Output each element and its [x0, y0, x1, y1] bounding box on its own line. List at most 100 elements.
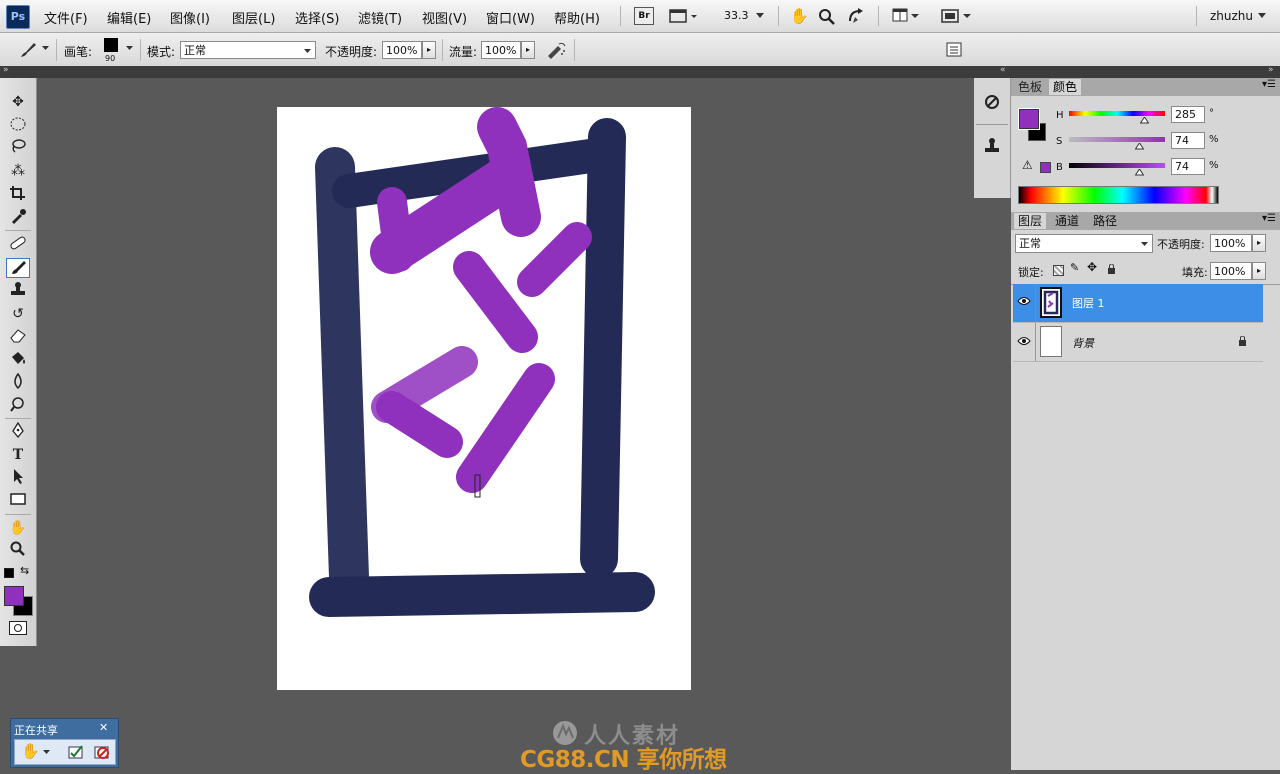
menu-help[interactable]: 帮助(H): [554, 8, 600, 27]
panel-menu-icon[interactable]: ▾☰: [1262, 79, 1276, 90]
saturation-slider-thumb[interactable]: [1135, 143, 1144, 150]
menu-filter[interactable]: 滤镜(T): [358, 8, 402, 27]
layer-opacity-slider-button[interactable]: ▸: [1252, 234, 1266, 252]
clone-source-icon-button[interactable]: [982, 136, 1002, 156]
flow-input[interactable]: 100%: [481, 41, 521, 59]
collapse-arrows-icon[interactable]: »: [1268, 65, 1274, 75]
rotate-view-button[interactable]: [846, 7, 866, 25]
blend-mode-select[interactable]: 正常: [1015, 234, 1153, 253]
fill-input[interactable]: 100%: [1210, 262, 1252, 280]
airbrush-toggle[interactable]: [545, 41, 567, 59]
type-tool[interactable]: T: [6, 445, 30, 465]
lock-pixels-button[interactable]: ✎: [1070, 261, 1079, 274]
menu-view[interactable]: 视图(V): [422, 8, 467, 27]
document-canvas[interactable]: [277, 107, 691, 690]
layer-name[interactable]: 背景: [1072, 335, 1094, 351]
menu-edit[interactable]: 编辑(E): [107, 8, 151, 27]
close-icon[interactable]: ✕: [99, 721, 108, 734]
layer-opacity-input[interactable]: 100%: [1210, 234, 1252, 252]
user-name[interactable]: zhuzhu: [1210, 9, 1253, 23]
opacity-input[interactable]: 100%: [382, 41, 422, 59]
brightness-slider-thumb[interactable]: [1135, 169, 1144, 176]
bridge-button[interactable]: Br: [634, 7, 654, 25]
layer-thumbnail[interactable]: [1040, 326, 1062, 357]
hand-tool[interactable]: ✋: [6, 518, 30, 538]
panel-menu-icon[interactable]: ▾☰: [1262, 213, 1276, 224]
menu-image[interactable]: 图像(I): [170, 8, 210, 27]
chevron-down-icon[interactable]: [126, 46, 133, 51]
paint-bucket-tool[interactable]: [6, 350, 30, 370]
layer-thumbnail[interactable]: [1040, 287, 1062, 318]
fill-slider-button[interactable]: ▸: [1252, 262, 1266, 280]
tab-channels[interactable]: 通道: [1051, 213, 1083, 229]
brush-icon[interactable]: [18, 41, 38, 59]
zoom-level[interactable]: 33.3: [724, 9, 749, 22]
tab-layers[interactable]: 图层: [1014, 213, 1047, 229]
zoom-tool[interactable]: [6, 541, 30, 561]
menu-window[interactable]: 窗口(W): [486, 8, 535, 27]
marquee-tool[interactable]: [6, 116, 30, 136]
tab-swatches[interactable]: 色板: [1014, 79, 1046, 95]
color-spectrum-bar[interactable]: [1018, 186, 1219, 204]
hand-icon[interactable]: ✋: [21, 742, 40, 760]
annotate-icon[interactable]: [67, 743, 85, 761]
arrange-documents-button[interactable]: [892, 8, 920, 24]
brush-tool[interactable]: [6, 258, 30, 278]
pen-tool[interactable]: [6, 421, 30, 442]
lock-all-button[interactable]: [1107, 264, 1116, 275]
clone-stamp-tool[interactable]: [6, 281, 30, 301]
eyedropper-tool[interactable]: [6, 208, 30, 228]
layer-name[interactable]: 图层 1: [1072, 295, 1105, 311]
magic-wand-tool[interactable]: ⁂: [6, 161, 30, 181]
swap-colors-icon[interactable]: ⇆: [20, 564, 29, 577]
crop-tool[interactable]: [6, 185, 30, 205]
path-select-tool[interactable]: [6, 468, 30, 488]
stop-sharing-icon[interactable]: [93, 743, 111, 761]
view-extras-button[interactable]: [668, 7, 698, 25]
saturation-input[interactable]: 74: [1171, 132, 1205, 149]
tab-color[interactable]: 颜色: [1049, 79, 1082, 95]
layer-row[interactable]: 图层 1: [1013, 284, 1263, 323]
eraser-tool[interactable]: [6, 327, 30, 347]
chevron-down-icon[interactable]: [43, 750, 50, 755]
healing-tool[interactable]: [6, 235, 30, 255]
collapse-arrows-icon[interactable]: «: [1000, 65, 1006, 75]
menu-layer[interactable]: 图层(L): [232, 8, 275, 27]
move-tool[interactable]: ✥: [6, 92, 30, 112]
brightness-input[interactable]: 74: [1171, 158, 1205, 175]
history-brush-tool[interactable]: ↺: [6, 304, 30, 324]
hue-slider-thumb[interactable]: [1140, 117, 1149, 124]
chevron-down-icon[interactable]: [756, 13, 764, 19]
dodge-tool[interactable]: [6, 396, 30, 416]
default-colors-button[interactable]: [4, 568, 14, 578]
foreground-color-swatch[interactable]: [4, 586, 24, 606]
layer-row[interactable]: 背景: [1013, 323, 1263, 362]
brightness-slider[interactable]: [1069, 163, 1165, 168]
color-panel-icon-button[interactable]: [982, 92, 1002, 112]
gamut-color-swatch[interactable]: [1040, 162, 1051, 173]
hand-tool-button[interactable]: ✋: [790, 7, 809, 25]
menu-file[interactable]: 文件(F): [44, 8, 88, 27]
opacity-slider-button[interactable]: ▸: [422, 41, 436, 59]
quick-mask-button[interactable]: [9, 621, 27, 635]
brush-preset-swatch[interactable]: [104, 38, 118, 52]
hue-input[interactable]: 285: [1171, 106, 1205, 123]
menu-select[interactable]: 选择(S): [295, 8, 339, 27]
lasso-tool[interactable]: [6, 138, 30, 158]
blur-tool[interactable]: [6, 372, 30, 393]
lock-transparency-button[interactable]: [1053, 265, 1064, 276]
saturation-slider[interactable]: [1069, 137, 1165, 142]
flow-slider-button[interactable]: ▸: [521, 41, 535, 59]
foreground-color-swatch[interactable]: [1018, 108, 1040, 130]
hue-slider[interactable]: [1069, 111, 1165, 116]
screen-mode-button[interactable]: [940, 8, 972, 24]
canvas-artwork[interactable]: [277, 107, 691, 690]
collapse-arrows-icon[interactable]: »: [3, 65, 9, 75]
mode-select[interactable]: 正常: [180, 41, 316, 59]
ps-logo[interactable]: Ps: [6, 5, 30, 29]
brush-panel-toggle[interactable]: [946, 42, 964, 58]
zoom-tool-button[interactable]: [818, 8, 836, 26]
chevron-down-icon[interactable]: [42, 46, 49, 51]
shape-tool[interactable]: [6, 491, 30, 511]
eye-icon[interactable]: [1017, 336, 1031, 346]
